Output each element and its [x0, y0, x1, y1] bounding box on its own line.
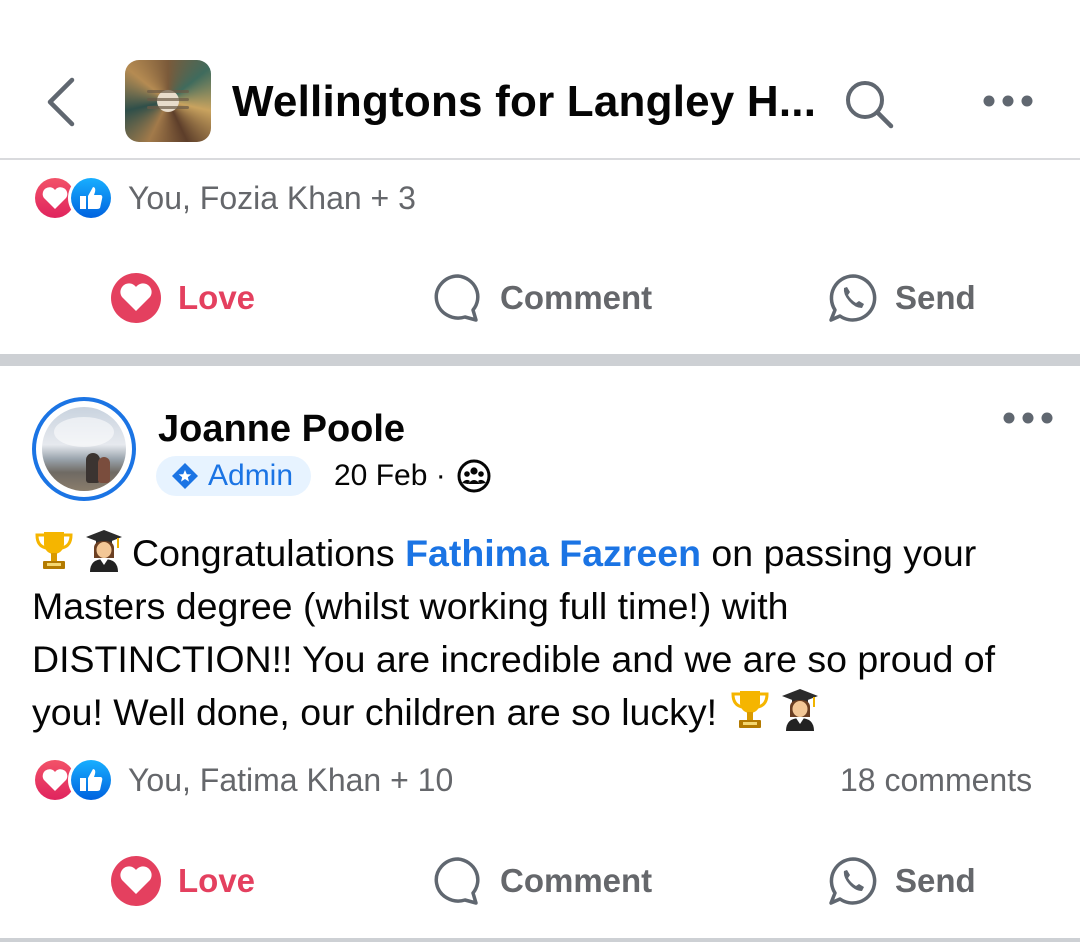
group-members-icon: [457, 459, 491, 493]
reactions-summary[interactable]: You, Fozia Khan + 3: [128, 178, 416, 218]
graduate-emoji-icon: [86, 530, 122, 572]
love-label: Love: [178, 862, 256, 899]
comment-icon: [434, 857, 480, 905]
group-title[interactable]: Wellingtons for Langley H...: [232, 76, 816, 128]
post-bottom-separator: [0, 938, 1080, 942]
post-date-text: 20 Feb ·: [334, 459, 446, 492]
admin-badge[interactable]: Admin: [156, 456, 312, 496]
whatsapp-send-icon: [829, 857, 877, 905]
post-love-button[interactable]: Love: [110, 853, 255, 909]
admin-shield-icon: [172, 463, 198, 489]
comments-count[interactable]: 18 comments: [840, 760, 1032, 800]
post-separator: [0, 354, 1080, 366]
love-button[interactable]: Love: [110, 270, 255, 326]
comment-label: Comment: [500, 279, 653, 316]
mention-link[interactable]: Fathima Fazreen: [405, 532, 701, 574]
love-icon: [111, 856, 161, 906]
like-reaction-icon: [68, 757, 114, 803]
author-avatar[interactable]: [32, 397, 136, 501]
trophy-emoji-icon: [730, 691, 769, 728]
admin-label: Admin: [208, 459, 294, 492]
love-icon: [111, 273, 161, 323]
author-photo: [42, 407, 126, 491]
group-avatar[interactable]: [125, 60, 211, 142]
comment-label: Comment: [500, 862, 653, 899]
post-reaction-icons[interactable]: [32, 757, 124, 803]
post-more-options-icon[interactable]: [1002, 411, 1054, 425]
graduate-emoji-icon: [781, 689, 818, 731]
comment-icon: [434, 274, 480, 322]
send-label: Send: [895, 862, 976, 899]
whatsapp-send-icon: [829, 274, 877, 322]
send-button[interactable]: Send: [827, 270, 976, 326]
post-date[interactable]: 20 Feb ·: [334, 456, 446, 496]
post-body: Congratulations Fathima Fazreen on passi…: [32, 527, 1052, 739]
reaction-icons[interactable]: [32, 175, 124, 221]
more-options-icon[interactable]: [982, 94, 1034, 108]
send-label: Send: [895, 279, 976, 316]
post-text-intro: Congratulations: [132, 532, 406, 574]
back-arrow-icon[interactable]: [40, 76, 84, 128]
like-reaction-icon: [68, 175, 114, 221]
love-label: Love: [178, 279, 256, 316]
post-comment-button[interactable]: Comment: [432, 853, 652, 909]
post-reactions-summary[interactable]: You, Fatima Khan + 10: [128, 760, 453, 800]
post-send-button[interactable]: Send: [827, 853, 976, 909]
comment-button[interactable]: Comment: [432, 270, 652, 326]
search-icon[interactable]: [843, 78, 895, 130]
trophy-emoji-icon: [35, 532, 73, 569]
author-name[interactable]: Joanne Poole: [158, 406, 405, 452]
